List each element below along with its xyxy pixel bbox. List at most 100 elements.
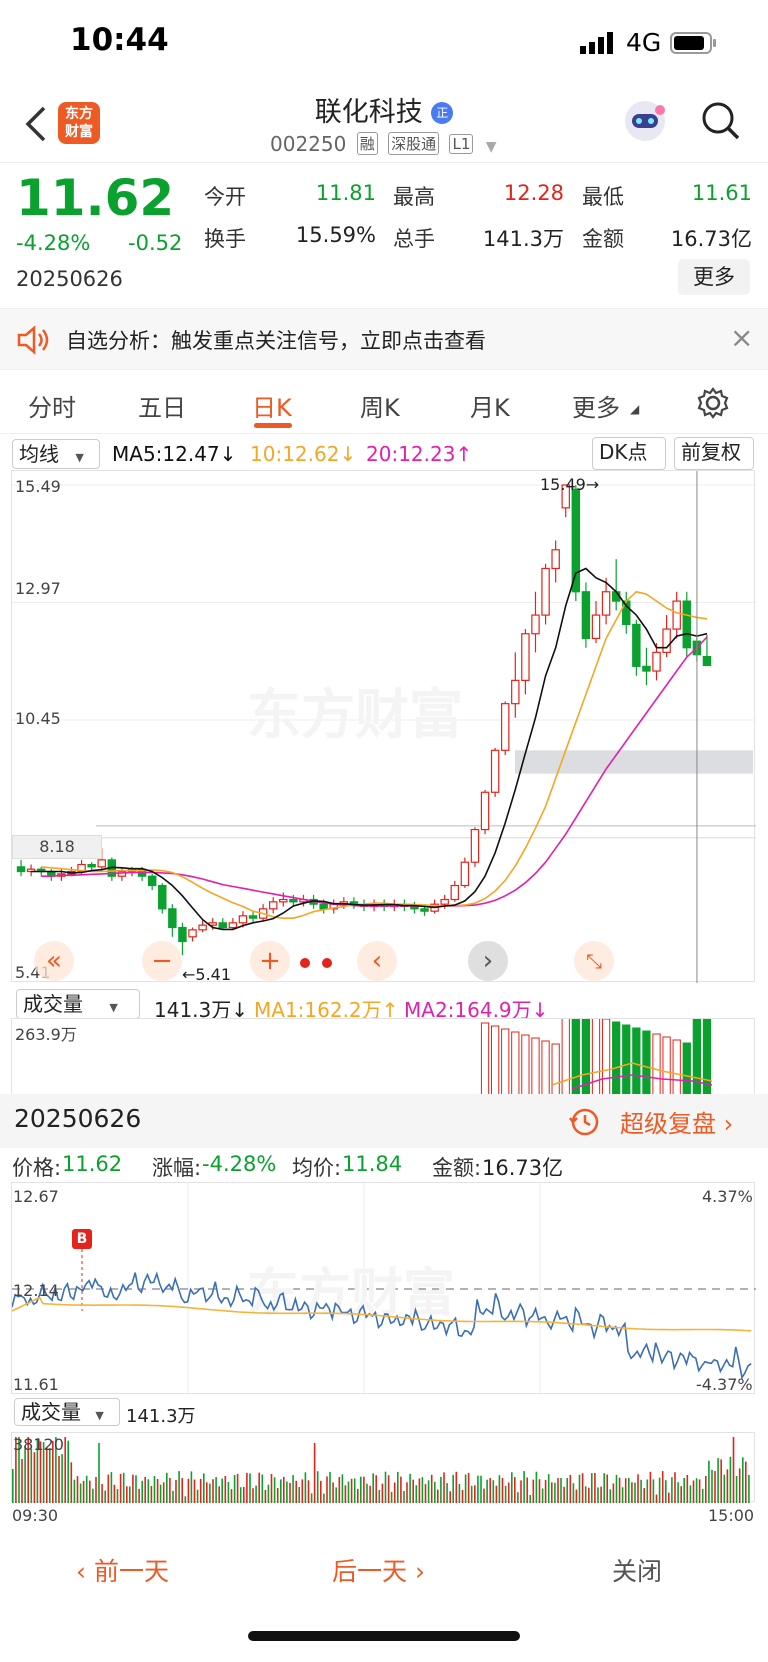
intraday-volume-select[interactable]: 成交量 ▼	[14, 1398, 120, 1426]
tab-five-day[interactable]: 五日	[138, 388, 186, 423]
intraday-volume-bar	[403, 1491, 405, 1503]
candle-body	[470, 828, 480, 863]
intraday-volume-bar	[316, 1471, 319, 1503]
intraday-volume-bar	[360, 1476, 362, 1503]
intraday-volume-bar	[215, 1477, 217, 1503]
intraday-volume-bar	[67, 1440, 69, 1503]
intraday-volume-bar	[283, 1476, 285, 1503]
amount-value: 16.73亿	[670, 227, 752, 251]
intraday-canvas: 东方财富	[12, 1183, 756, 1395]
tab-intraday[interactable]: 分时	[28, 388, 76, 423]
intraday-volume-bar	[480, 1475, 482, 1503]
zoom-in-icon[interactable]: +	[250, 941, 290, 981]
super-replay-link[interactable]: 超级复盘 ›	[620, 1104, 733, 1139]
intraday-chart[interactable]: 东方财富 12.67 4.37% 12.14 11.61 -4.37% B	[11, 1182, 756, 1395]
dk-point-button[interactable]: DK点	[592, 437, 666, 470]
intraday-volume-bar	[181, 1478, 183, 1503]
buy-marker[interactable]: B	[72, 1229, 92, 1249]
history-clock-icon[interactable]	[568, 1106, 600, 1138]
tab-weekly-k[interactable]: 周K	[360, 388, 400, 423]
prev-day-button[interactable]: ‹ 前一天	[76, 1552, 169, 1588]
bottom-nav: ‹ 前一天 后一天 › 关闭	[0, 1532, 768, 1604]
intraday-volume-bar	[624, 1478, 627, 1503]
move-left-icon[interactable]: ‹	[357, 941, 397, 981]
intraday-volume-bar	[236, 1473, 239, 1503]
intraday-volume-bar	[335, 1487, 337, 1503]
stock-header: 东方 财富 联化科技 正 002250 融 深股通 L1 ▼	[0, 88, 768, 162]
intraday-volume-bar	[159, 1484, 162, 1503]
intraday-volume-bar	[172, 1490, 174, 1503]
intraday-volume-bar	[104, 1490, 106, 1503]
intraday-volume-canvas	[12, 1437, 750, 1503]
intraday-volume-bar	[138, 1488, 140, 1503]
tab-monthly-k[interactable]: 月K	[470, 388, 510, 423]
intraday-volume-bar	[661, 1471, 664, 1503]
intraday-volume-bar	[310, 1493, 313, 1503]
stock-code-row[interactable]: 002250 融 深股通 L1 ▼	[270, 132, 497, 156]
replay-header: 20250626 超级复盘 ›	[0, 1094, 768, 1148]
analysis-banner[interactable]: 自选分析：触发重点关注信号，立即点击查看 ×	[0, 308, 768, 370]
more-button[interactable]: 更多	[678, 259, 750, 295]
close-button[interactable]: 关闭	[612, 1552, 662, 1588]
intraday-volume-bar	[261, 1474, 264, 1503]
assistant-robot-icon[interactable]	[622, 98, 668, 144]
intraday-volume-bar	[427, 1480, 430, 1503]
search-icon[interactable]	[700, 100, 742, 142]
rewind-fast-icon[interactable]: «	[34, 941, 74, 981]
kline-chart[interactable]: 东方财富 15.49 12.97 10.45 8.18 5.41 15.49→ …	[11, 470, 756, 984]
intraday-volume-bar	[748, 1475, 750, 1503]
intraday-volume-bar	[301, 1479, 304, 1503]
intraday-volume-bar	[430, 1474, 433, 1503]
intraday-volume-bar	[517, 1492, 519, 1503]
intraday-volume-bar	[606, 1474, 608, 1503]
watermark-text: 东方财富	[247, 1264, 455, 1324]
intraday-volume-bar	[33, 1452, 36, 1503]
zoom-out-icon[interactable]: −	[142, 941, 182, 981]
intraday-volume-bar	[95, 1477, 97, 1503]
candle-body	[702, 655, 712, 667]
close-icon[interactable]: ×	[730, 321, 753, 354]
candle-body	[682, 600, 692, 649]
intraday-volume-bar	[369, 1485, 371, 1503]
candle-body	[420, 908, 429, 912]
volume-select[interactable]: 成交量 ▼	[16, 989, 140, 1019]
intraday-volume-bar	[554, 1482, 556, 1503]
intraday-info-row: 价格: 11.62 涨幅: -4.28% 均价: 11.84 金额: 16.73…	[0, 1148, 768, 1182]
tab-more[interactable]: 更多	[572, 388, 620, 423]
intraday-volume-bar	[400, 1476, 402, 1503]
tab-daily-k[interactable]: 日K	[252, 388, 292, 423]
volume-bar	[541, 1040, 550, 1094]
move-right-icon[interactable]: ›	[468, 941, 508, 981]
settings-gear-icon[interactable]	[696, 386, 730, 420]
candle-body	[238, 915, 248, 924]
ma-select[interactable]: 均线 ▼	[12, 439, 100, 469]
intraday-volume-bar	[560, 1478, 562, 1503]
adjust-button[interactable]: 前复权	[674, 437, 754, 470]
ma20-legend: 20:12.23↑	[366, 442, 473, 466]
intraday-volume-bar	[418, 1478, 421, 1503]
indicator-dot-icon	[300, 958, 310, 968]
candle-body	[147, 875, 157, 887]
intraday-volume-bar	[649, 1471, 652, 1503]
intraday-volume-bar	[233, 1474, 236, 1503]
candle-body	[541, 567, 550, 616]
intraday-volume-bar	[507, 1482, 510, 1503]
volume-chart: 263.9万	[11, 1018, 755, 1094]
volume-bar	[480, 1022, 490, 1094]
fullscreen-icon[interactable]: ⤡	[574, 941, 614, 981]
dropdown-icon[interactable]: ▼	[486, 139, 497, 155]
period-tabs: 分时 五日 日K 周K 月K 更多 ◢	[0, 372, 768, 434]
intraday-volume-bar	[320, 1480, 322, 1503]
y-label-top: 15.49	[15, 477, 61, 496]
change-label: 涨幅:	[152, 1156, 202, 1180]
low-marker: ←5.41	[182, 965, 232, 984]
candle-body	[188, 929, 197, 938]
intraday-volume-bar	[126, 1486, 128, 1503]
intraday-volume-bar	[89, 1480, 91, 1503]
intraday-volume-bar	[76, 1476, 79, 1503]
candle-body	[218, 922, 228, 929]
tag-level: L1	[449, 134, 474, 154]
candle-body	[228, 922, 238, 929]
intraday-volume-bar	[729, 1456, 732, 1503]
next-day-button[interactable]: 后一天 ›	[332, 1552, 425, 1588]
